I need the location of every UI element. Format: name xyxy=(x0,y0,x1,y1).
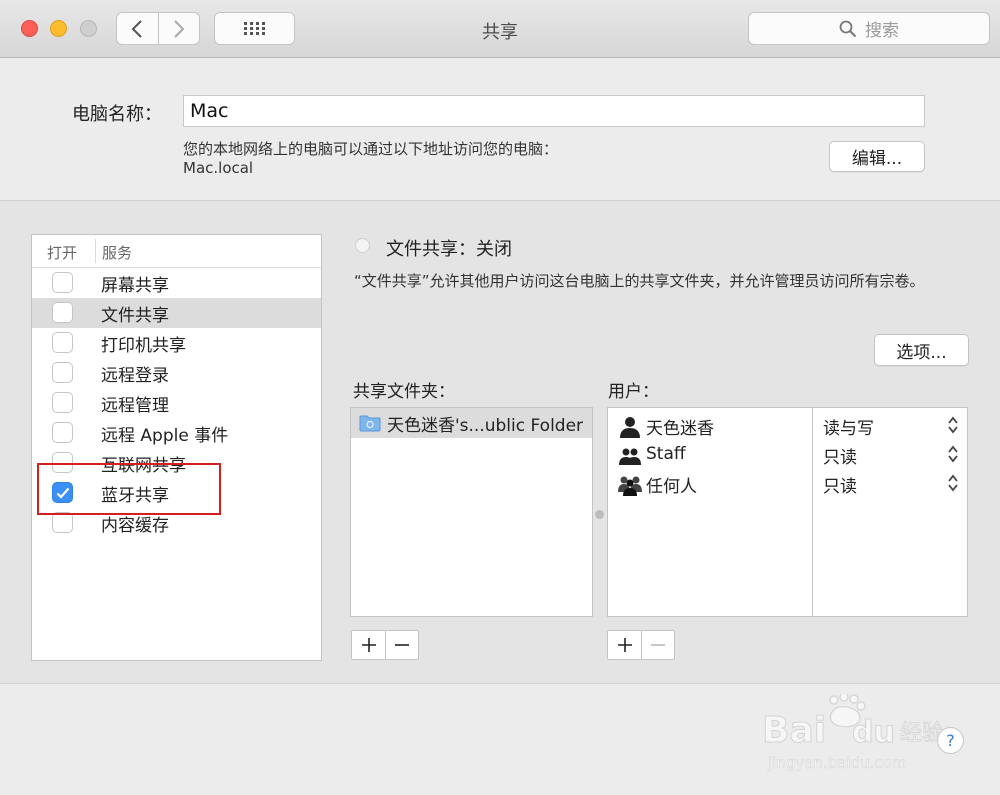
svg-text:Bai: Bai xyxy=(762,710,826,751)
shared-folder-name: 天色迷香's...ublic Folder xyxy=(387,415,584,436)
chevron-up-down-icon[interactable] xyxy=(947,473,959,493)
service-checkbox[interactable] xyxy=(52,302,73,323)
single-user-icon xyxy=(620,416,640,438)
search-field[interactable]: 搜索 xyxy=(748,12,990,45)
edit-button[interactable]: 编辑... xyxy=(829,141,925,172)
user-name: 天色迷香 xyxy=(646,419,714,439)
computer-name-label: 电脑名称： xyxy=(72,104,162,125)
status-indicator-off xyxy=(355,238,370,253)
service-checkbox[interactable] xyxy=(52,422,73,443)
shared-folders-list: 天色迷香's...ublic Folder xyxy=(350,407,593,617)
users-label: 用户： xyxy=(608,382,659,402)
users-list: 天色迷香 读与写 Staff 只读 任何人 只读 xyxy=(607,407,968,617)
user-name-cell: Staff xyxy=(618,443,686,465)
column-divider xyxy=(95,239,96,263)
annotation-highlight-box xyxy=(37,463,221,515)
user-name-cell: 天色迷香 xyxy=(618,414,714,439)
computer-address: Mac.local xyxy=(183,159,254,177)
shared-folder-row[interactable]: 天色迷香's...ublic Folder xyxy=(351,408,592,438)
svg-text:jingyan.baidu.com: jingyan.baidu.com xyxy=(767,754,906,772)
service-label: 远程登录 xyxy=(101,366,169,386)
services-list-header: 打开 服务 xyxy=(32,235,321,268)
add-user-button[interactable] xyxy=(608,631,641,659)
service-label: 远程管理 xyxy=(101,396,169,416)
service-checkbox[interactable] xyxy=(52,392,73,413)
service-label: 屏幕共享 xyxy=(101,276,169,296)
minus-icon xyxy=(395,644,409,646)
user-row[interactable]: 天色迷香 读与写 xyxy=(608,411,968,439)
column-header-service[interactable]: 服务 xyxy=(102,242,132,263)
computer-name-input[interactable] xyxy=(183,95,925,127)
service-row-remote-apple-events[interactable]: 远程 Apple 事件 xyxy=(32,418,321,448)
service-row-remote-management[interactable]: 远程管理 xyxy=(32,388,321,418)
service-checkbox[interactable] xyxy=(52,512,73,533)
service-description: “文件共享”允许其他用户访问这台电脑上的共享文件夹，并允许管理员访问所有宗卷。 xyxy=(354,272,925,290)
svg-text:经验: 经验 xyxy=(900,721,942,746)
service-label: 远程 Apple 事件 xyxy=(101,426,229,446)
service-row-remote-login[interactable]: 远程登录 xyxy=(32,358,321,388)
service-checkbox[interactable] xyxy=(52,272,73,293)
chevron-up-down-icon[interactable] xyxy=(947,415,959,435)
service-checkbox[interactable] xyxy=(52,332,73,353)
options-button[interactable]: 选项... xyxy=(874,334,969,366)
minus-icon xyxy=(651,644,665,646)
user-name-cell: 任何人 xyxy=(618,472,697,497)
services-list: 打开 服务 屏幕共享 文件共享 打印机共享 远程登录 远程管理 远程 Apple… xyxy=(31,234,322,661)
service-checkbox[interactable] xyxy=(52,362,73,383)
shared-folder-icon xyxy=(359,415,381,432)
split-view-handle[interactable] xyxy=(595,510,604,519)
group-users-icon xyxy=(619,448,641,465)
users-add-remove xyxy=(607,630,675,660)
help-button[interactable]: ? xyxy=(937,727,964,754)
user-permission[interactable]: 读与写 xyxy=(823,414,874,439)
user-row[interactable]: 任何人 只读 xyxy=(608,469,968,497)
remove-user-button[interactable] xyxy=(641,631,674,659)
chevron-up-down-icon[interactable] xyxy=(947,444,959,464)
service-row-screen-sharing[interactable]: 屏幕共享 xyxy=(32,268,321,298)
plus-icon xyxy=(617,638,632,652)
user-name: 任何人 xyxy=(646,477,697,497)
folders-add-remove xyxy=(351,630,419,660)
baidu-watermark-logo: Bai du 经验 jingyan.baidu.com xyxy=(762,694,942,772)
everyone-users-icon xyxy=(618,476,642,496)
user-permission[interactable]: 只读 xyxy=(823,443,857,468)
service-label: 打印机共享 xyxy=(101,336,186,356)
column-header-on[interactable]: 打开 xyxy=(47,242,77,263)
plus-icon xyxy=(361,638,376,652)
service-row-printer-sharing[interactable]: 打印机共享 xyxy=(32,328,321,358)
search-icon xyxy=(839,20,857,37)
remove-folder-button[interactable] xyxy=(385,631,418,659)
computer-address-description: 您的本地网络上的电脑可以通过以下地址访问您的电脑： xyxy=(183,140,559,158)
add-folder-button[interactable] xyxy=(352,631,385,659)
user-permission[interactable]: 只读 xyxy=(823,472,857,497)
user-name: Staff xyxy=(646,444,686,464)
service-row-file-sharing[interactable]: 文件共享 xyxy=(32,298,321,328)
user-row[interactable]: Staff 只读 xyxy=(608,440,968,468)
svg-text:du: du xyxy=(852,715,895,750)
service-label: 文件共享 xyxy=(101,306,169,326)
search-placeholder: 搜索 xyxy=(865,21,899,41)
title-bar: 共享 搜索 xyxy=(0,0,1000,58)
shared-folders-label: 共享文件夹： xyxy=(353,382,455,402)
service-status: 文件共享：关闭 xyxy=(386,239,512,260)
